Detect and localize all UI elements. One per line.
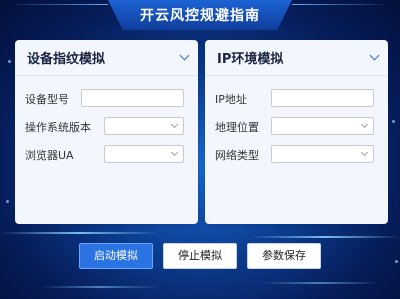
header-line-right — [292, 4, 392, 5]
particle — [6, 200, 9, 203]
device-fingerprint-panel: 设备指纹模拟 设备型号 操作系统版本 浏览器UA — [15, 40, 198, 224]
dropdown-arrow-icon — [360, 120, 369, 129]
chevron-down-icon[interactable] — [369, 50, 380, 61]
light-streak — [260, 282, 380, 284]
ip-address-label: IP地址 — [215, 93, 247, 106]
light-streak — [250, 236, 400, 238]
light-streak — [40, 286, 160, 288]
start-simulation-button[interactable]: 启动模拟 — [79, 243, 153, 269]
light-streak — [0, 232, 160, 234]
ip-panel-title: IP环境模拟 — [217, 52, 284, 67]
ip-environment-panel: IP环境模拟 IP地址 地理位置 网络类型 — [205, 40, 388, 224]
browser-ua-label: 浏览器UA — [25, 149, 74, 162]
device-panel-header[interactable]: 设备指纹模拟 — [15, 40, 198, 76]
dropdown-arrow-icon — [360, 148, 369, 157]
device-model-input[interactable] — [81, 89, 184, 107]
device-model-label: 设备型号 — [25, 93, 69, 106]
particle — [392, 120, 395, 123]
stop-simulation-button[interactable]: 停止模拟 — [163, 243, 237, 269]
ip-panel-header[interactable]: IP环境模拟 — [205, 40, 388, 76]
network-type-label: 网络类型 — [215, 149, 259, 162]
browser-ua-select[interactable] — [104, 145, 184, 163]
network-type-select[interactable] — [271, 145, 374, 163]
device-model-row: 设备型号 — [15, 89, 198, 107]
particle — [395, 260, 398, 263]
os-version-select[interactable] — [104, 117, 184, 135]
os-version-row: 操作系统版本 — [15, 117, 198, 135]
save-parameters-button[interactable]: 参数保存 — [247, 243, 321, 269]
header-line-left — [8, 4, 108, 5]
location-row: 地理位置 — [205, 117, 388, 135]
chevron-down-icon[interactable] — [179, 50, 190, 61]
page-title: 开云风控规避指南 — [140, 8, 260, 24]
network-type-row: 网络类型 — [205, 145, 388, 163]
dropdown-arrow-icon — [170, 120, 179, 129]
dropdown-arrow-icon — [170, 148, 179, 157]
ip-address-row: IP地址 — [205, 89, 388, 107]
os-version-label: 操作系统版本 — [25, 121, 91, 134]
particle — [8, 60, 11, 63]
browser-ua-row: 浏览器UA — [15, 145, 198, 163]
ip-address-input[interactable] — [271, 89, 374, 107]
location-label: 地理位置 — [215, 121, 259, 134]
location-select[interactable] — [271, 117, 374, 135]
device-panel-title: 设备指纹模拟 — [27, 52, 106, 67]
